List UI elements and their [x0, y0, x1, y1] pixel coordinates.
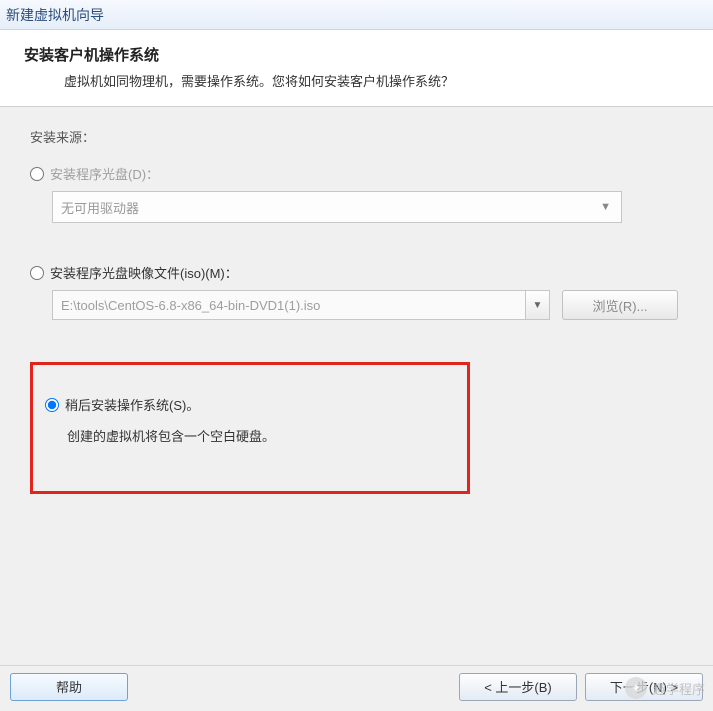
iso-path-combo[interactable]: E:\tools\CentOS-6.8-x86_64-bin-DVD1(1).i… [52, 290, 550, 320]
window-title: 新建虚拟机向导 [6, 5, 104, 25]
next-button[interactable]: 下一步(N) > [585, 673, 703, 701]
wizard-footer: 帮助 < 上一步(B) 下一步(N) > [0, 665, 713, 701]
help-button-label: 帮助 [56, 677, 82, 696]
browse-button-label: 浏览(R)... [593, 296, 648, 315]
option-iso[interactable]: 安装程序光盘映像文件(iso)(M)： [30, 263, 683, 282]
back-button[interactable]: < 上一步(B) [459, 673, 577, 701]
option-later[interactable]: 稍后安装操作系统(S)。 [45, 395, 443, 414]
wizard-header: 安装客户机操作系统 虚拟机如同物理机，需要操作系统。您将如何安装客户机操作系统？ [0, 30, 713, 107]
next-button-label: 下一步(N) > [610, 677, 678, 696]
radio-later[interactable] [45, 398, 59, 412]
option-iso-label: 安装程序光盘映像文件(iso)(M)： [50, 263, 238, 282]
back-button-label: < 上一步(B) [484, 677, 552, 696]
titlebar: 新建虚拟机向导 [0, 0, 713, 30]
disc-drive-text: 无可用驱动器 [61, 198, 139, 217]
source-legend: 安装来源： [30, 127, 683, 146]
radio-iso[interactable] [30, 266, 44, 280]
option-later-description: 创建的虚拟机将包含一个空白硬盘。 [67, 426, 443, 445]
radio-disc[interactable] [30, 167, 44, 181]
option-disc-label: 安装程序光盘(D)： [50, 164, 159, 183]
option-later-highlight: 稍后安装操作系统(S)。 创建的虚拟机将包含一个空白硬盘。 [30, 362, 470, 494]
iso-path-text: E:\tools\CentOS-6.8-x86_64-bin-DVD1(1).i… [53, 298, 328, 313]
disc-drive-select[interactable]: 无可用驱动器 ▼ [52, 191, 622, 223]
chevron-down-icon[interactable]: ▼ [525, 291, 549, 319]
option-later-label: 稍后安装操作系统(S)。 [65, 395, 199, 414]
chevron-down-icon: ▼ [600, 201, 611, 213]
option-disc[interactable]: 安装程序光盘(D)： [30, 164, 683, 183]
page-description: 虚拟机如同物理机，需要操作系统。您将如何安装客户机操作系统？ [64, 71, 689, 90]
page-title: 安装客户机操作系统 [24, 44, 689, 65]
wizard-content: 安装来源： 安装程序光盘(D)： 无可用驱动器 ▼ 安装程序光盘映像文件(iso… [0, 107, 713, 504]
help-button[interactable]: 帮助 [10, 673, 128, 701]
browse-button[interactable]: 浏览(R)... [562, 290, 678, 320]
